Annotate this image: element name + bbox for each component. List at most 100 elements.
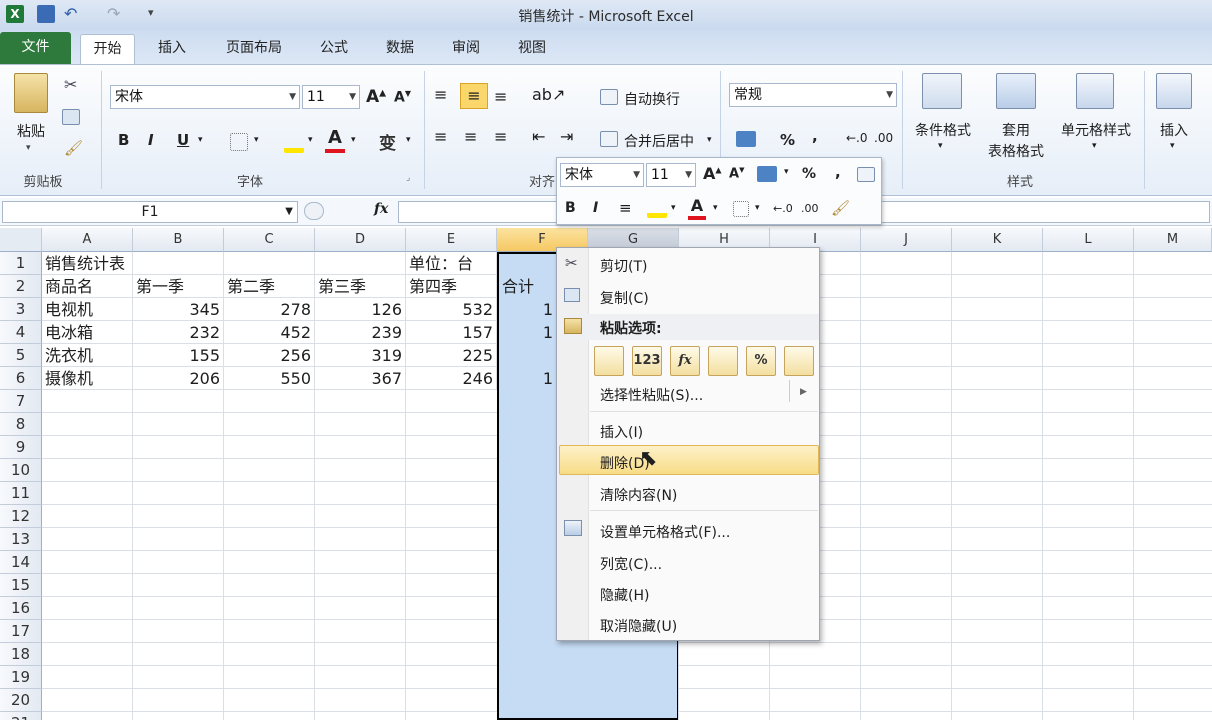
- menu-item-cut[interactable]: 剪切(T): [600, 256, 647, 276]
- currency-icon[interactable]: [736, 131, 756, 147]
- cell-A6[interactable]: 摄像机: [42, 367, 133, 390]
- mini-increase-decimal-icon[interactable]: ←.0: [773, 202, 793, 215]
- column-header[interactable]: M: [1134, 228, 1212, 252]
- align-center-icon[interactable]: ≡: [464, 127, 477, 146]
- mini-font-combo[interactable]: 宋体 ▼: [560, 163, 644, 187]
- format-as-table-icon[interactable]: [996, 73, 1036, 109]
- align-top-icon[interactable]: ≡: [434, 85, 447, 104]
- wrap-text-button[interactable]: 自动换行: [624, 89, 680, 109]
- mini-center-icon[interactable]: ≡: [619, 199, 632, 217]
- cell-E2[interactable]: 第四季: [406, 275, 497, 298]
- underline-button[interactable]: U: [177, 131, 189, 149]
- chevron-down-icon[interactable]: ▾: [308, 135, 313, 145]
- chevron-down-icon[interactable]: ▾: [784, 167, 789, 177]
- column-header[interactable]: K: [952, 228, 1043, 252]
- row-header[interactable]: 20: [0, 689, 42, 712]
- column-header[interactable]: E: [406, 228, 497, 252]
- paste-button[interactable]: 粘贴: [8, 121, 54, 141]
- tab-data[interactable]: 数据: [374, 34, 426, 64]
- row-header[interactable]: 4: [0, 321, 42, 344]
- insert-function-icon[interactable]: fx: [374, 201, 388, 217]
- chevron-down-icon[interactable]: ▾: [254, 135, 259, 145]
- tab-insert[interactable]: 插入: [146, 34, 198, 64]
- mini-comma-button[interactable]: ,: [835, 163, 841, 181]
- mini-size-combo[interactable]: 11 ▼: [646, 163, 696, 187]
- menu-item-format-cells[interactable]: 设置单元格格式(F)...: [600, 522, 730, 542]
- decrease-indent-icon[interactable]: ⇤: [532, 127, 545, 146]
- borders-icon[interactable]: [230, 133, 248, 151]
- merge-center-button[interactable]: 合并后居中: [624, 131, 694, 151]
- menu-item-insert[interactable]: 插入(I): [600, 422, 643, 442]
- align-right-icon[interactable]: ≡: [494, 127, 507, 146]
- paste-link-icon[interactable]: [784, 346, 814, 376]
- menu-item-paste-special[interactable]: 选择性粘贴(S)...: [600, 385, 703, 405]
- row-header[interactable]: 6: [0, 367, 42, 390]
- cell-D2[interactable]: 第三季: [315, 275, 406, 298]
- row-header[interactable]: 15: [0, 574, 42, 597]
- column-header[interactable]: L: [1043, 228, 1134, 252]
- tab-review[interactable]: 审阅: [440, 34, 492, 64]
- column-header[interactable]: C: [224, 228, 315, 252]
- column-header[interactable]: D: [315, 228, 406, 252]
- tab-home[interactable]: 开始: [80, 34, 135, 64]
- cut-icon[interactable]: ✂: [64, 75, 77, 94]
- chevron-down-icon[interactable]: ▾: [755, 203, 760, 213]
- mini-fill-color-icon[interactable]: [647, 198, 667, 218]
- row-header[interactable]: 5: [0, 344, 42, 367]
- tab-formulas[interactable]: 公式: [308, 34, 360, 64]
- conditional-format-button[interactable]: 条件格式: [906, 120, 980, 140]
- row-header[interactable]: 9: [0, 436, 42, 459]
- row-header[interactable]: 1: [0, 252, 42, 275]
- name-box[interactable]: F1 ▼: [2, 201, 298, 223]
- orientation-icon[interactable]: ab↗: [532, 85, 565, 104]
- row-header[interactable]: 17: [0, 620, 42, 643]
- align-left-icon[interactable]: ≡: [434, 127, 447, 146]
- row-header[interactable]: 10: [0, 459, 42, 482]
- row-header[interactable]: 11: [0, 482, 42, 505]
- percent-button[interactable]: %: [780, 131, 795, 149]
- row-header[interactable]: 18: [0, 643, 42, 666]
- column-header[interactable]: A: [42, 228, 133, 252]
- select-all-corner[interactable]: [0, 228, 42, 252]
- italic-button[interactable]: I: [148, 131, 154, 149]
- bold-button[interactable]: B: [118, 131, 129, 149]
- chevron-down-icon[interactable]: ▾: [671, 203, 676, 213]
- cell-C2[interactable]: 第二季: [224, 275, 315, 298]
- cell-B4[interactable]: 232: [133, 321, 224, 344]
- menu-item-clear-contents[interactable]: 清除内容(N): [600, 485, 677, 505]
- paste-transpose-icon[interactable]: [708, 346, 738, 376]
- cell-F6[interactable]: 1: [499, 367, 556, 390]
- row-header[interactable]: 14: [0, 551, 42, 574]
- cell-A3[interactable]: 电视机: [42, 298, 133, 321]
- paste-formulas-icon[interactable]: fx: [670, 346, 700, 376]
- cell-F4[interactable]: 1: [499, 321, 556, 344]
- mini-merge-icon[interactable]: [857, 167, 875, 182]
- row-header[interactable]: 8: [0, 413, 42, 436]
- chevron-down-icon[interactable]: ▾: [938, 141, 943, 151]
- increase-decimal-icon[interactable]: ←.0: [846, 131, 868, 145]
- column-header[interactable]: J: [861, 228, 952, 252]
- merge-center-icon[interactable]: [600, 131, 618, 147]
- insert-cells-button[interactable]: 插入: [1150, 120, 1198, 140]
- increase-indent-icon[interactable]: ⇥: [560, 127, 573, 146]
- chevron-down-icon[interactable]: ▾: [351, 135, 356, 145]
- format-as-table-label-2[interactable]: 表格格式: [976, 141, 1056, 161]
- cell-A1[interactable]: 销售统计表: [42, 252, 224, 275]
- font-color-button[interactable]: A: [325, 127, 345, 153]
- cell-F2[interactable]: 合计: [499, 275, 559, 298]
- menu-item-hide[interactable]: 隐藏(H): [600, 585, 649, 605]
- cell-B6[interactable]: 206: [133, 367, 224, 390]
- paste-values-icon[interactable]: 123: [632, 346, 662, 376]
- dialog-launcher-icon[interactable]: ⌟: [406, 173, 410, 183]
- menu-item-column-width[interactable]: 列宽(C)...: [600, 554, 662, 574]
- chevron-down-icon[interactable]: ▾: [713, 203, 718, 213]
- mini-shrink-font-button[interactable]: A▼: [729, 166, 744, 181]
- cell-A2[interactable]: 商品名: [42, 275, 133, 298]
- mini-borders-icon[interactable]: [733, 201, 749, 217]
- cell-B3[interactable]: 345: [133, 298, 224, 321]
- grow-font-button[interactable]: A▲: [366, 87, 386, 107]
- cell-C5[interactable]: 256: [224, 344, 315, 367]
- paste-dropdown-icon[interactable]: ▾: [26, 143, 31, 153]
- row-header[interactable]: 16: [0, 597, 42, 620]
- row-header[interactable]: 19: [0, 666, 42, 689]
